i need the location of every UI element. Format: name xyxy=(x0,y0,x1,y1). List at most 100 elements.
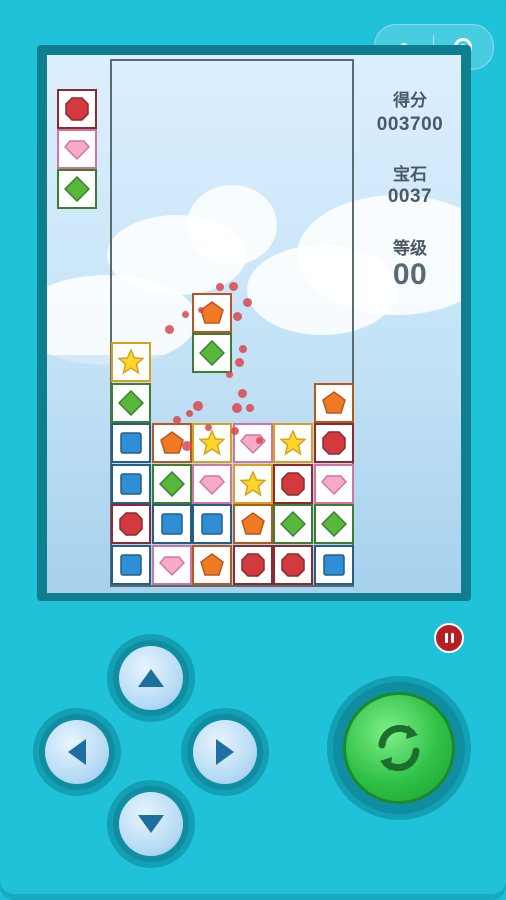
gem-tile-red-octagon-next xyxy=(57,89,97,129)
particle xyxy=(193,401,203,411)
red-octagon-gem-icon xyxy=(241,553,265,577)
gem-tile-blue-square xyxy=(111,545,151,585)
pink-diamond-gem-icon xyxy=(64,140,90,161)
particle xyxy=(198,307,204,313)
gem-tile-yellow-star xyxy=(232,463,273,504)
pink-diamond-gem-icon xyxy=(199,475,226,495)
particle xyxy=(243,298,252,307)
particle xyxy=(239,345,247,353)
particle xyxy=(205,424,212,431)
blue-square-gem-icon xyxy=(201,513,223,536)
gem-tile-pink-diamond xyxy=(314,463,354,504)
blue-square-gem-icon xyxy=(120,554,142,576)
red-octagon-gem-icon xyxy=(119,512,143,537)
gem-tile-orange-pentagon xyxy=(192,545,233,585)
gem-tile-red-octagon xyxy=(314,423,354,464)
gem-tile-orange-pentagon xyxy=(232,504,273,545)
arrow-right-icon xyxy=(216,739,234,765)
particle xyxy=(231,427,239,435)
orange-pentagon-gem-icon xyxy=(200,553,225,576)
particle xyxy=(246,404,254,412)
particle xyxy=(182,311,189,318)
yellow-star-gem-icon xyxy=(280,430,307,456)
orange-pentagon-gem-icon xyxy=(159,431,184,454)
gem-tile-green-rhombus xyxy=(314,504,354,545)
pink-diamond-gem-icon xyxy=(239,434,266,455)
gem-tile-green-rhombus-next xyxy=(57,169,97,209)
particle xyxy=(216,283,224,291)
green-rhombus-gem-icon xyxy=(118,389,144,416)
gem-tile-blue-square xyxy=(151,504,192,545)
red-octagon-gem-icon xyxy=(281,553,306,577)
gem-tile-green-rhombus xyxy=(273,504,314,545)
red-octagon-gem-icon xyxy=(281,472,306,496)
yellow-star-gem-icon xyxy=(199,430,226,456)
gem-tile-blue-square xyxy=(111,463,151,504)
yellow-star-gem-icon xyxy=(239,470,266,497)
score-label: 得分 xyxy=(393,91,427,110)
gem-tile-yellow-star xyxy=(273,423,314,464)
gems-label: 宝石 xyxy=(393,165,427,184)
orange-pentagon-gem-icon xyxy=(240,512,265,536)
gem-tile-pink-diamond-next xyxy=(57,129,97,169)
gem-tile-green-rhombus-falling xyxy=(192,333,232,373)
rotate-button[interactable] xyxy=(333,682,465,814)
pause-button[interactable] xyxy=(434,623,464,653)
gem-tile-pink-diamond xyxy=(192,463,233,504)
blue-square-gem-icon xyxy=(160,513,183,536)
gem-tile-green-rhombus xyxy=(151,463,192,504)
particle xyxy=(186,410,193,417)
pause-icon-bar xyxy=(450,633,454,643)
score-value: 003700 xyxy=(376,114,444,135)
level-label: 等级 xyxy=(393,239,427,258)
particle xyxy=(182,441,192,451)
gem-tile-blue-square xyxy=(192,504,233,545)
green-rhombus-gem-icon xyxy=(321,511,347,538)
arrow-left-icon xyxy=(68,739,86,765)
red-octagon-gem-icon xyxy=(65,97,89,121)
blue-square-gem-icon xyxy=(120,473,142,495)
blue-square-gem-icon xyxy=(323,554,345,576)
yellow-star-gem-icon xyxy=(118,349,144,375)
pink-diamond-gem-icon xyxy=(158,556,185,577)
arrow-down-icon xyxy=(138,815,164,833)
particle xyxy=(229,282,238,291)
rotate-icon xyxy=(378,724,420,772)
gem-tile-red-octagon xyxy=(273,463,314,504)
particle xyxy=(173,416,181,424)
left-button[interactable] xyxy=(39,714,115,790)
green-rhombus-gem-icon xyxy=(280,511,307,538)
green-rhombus-gem-icon xyxy=(199,340,225,366)
arrow-up-icon xyxy=(138,669,164,687)
right-button[interactable] xyxy=(187,714,263,790)
particle xyxy=(232,403,242,413)
gem-tile-red-octagon xyxy=(111,504,151,545)
up-button[interactable] xyxy=(113,640,189,716)
green-rhombus-gem-icon xyxy=(64,176,90,202)
gem-tile-blue-square xyxy=(111,423,151,464)
orange-pentagon-gem-icon xyxy=(322,390,346,414)
gem-tile-red-octagon xyxy=(232,545,273,585)
gem-tile-yellow-star xyxy=(111,342,151,382)
particle xyxy=(226,371,233,378)
gem-tile-orange-pentagon-falling xyxy=(192,293,232,333)
gem-tile-yellow-star xyxy=(192,423,233,464)
particle xyxy=(165,325,174,334)
red-octagon-gem-icon xyxy=(322,431,346,455)
gem-tile-orange-pentagon xyxy=(314,382,354,423)
pink-diamond-gem-icon xyxy=(321,475,347,495)
gem-tile-blue-square xyxy=(314,545,354,585)
green-rhombus-gem-icon xyxy=(158,470,185,497)
down-button[interactable] xyxy=(113,786,189,862)
blue-square-gem-icon xyxy=(120,432,142,454)
orange-pentagon-gem-icon xyxy=(200,301,224,324)
particle xyxy=(238,389,247,398)
gem-tile-red-octagon xyxy=(273,545,314,585)
pause-icon xyxy=(444,633,448,643)
particle xyxy=(233,312,242,321)
level-value: 00 xyxy=(392,258,428,291)
particle xyxy=(256,437,263,444)
gems-value: 0037 xyxy=(387,186,433,207)
particle xyxy=(235,358,244,367)
gem-tile-pink-diamond xyxy=(151,545,192,585)
